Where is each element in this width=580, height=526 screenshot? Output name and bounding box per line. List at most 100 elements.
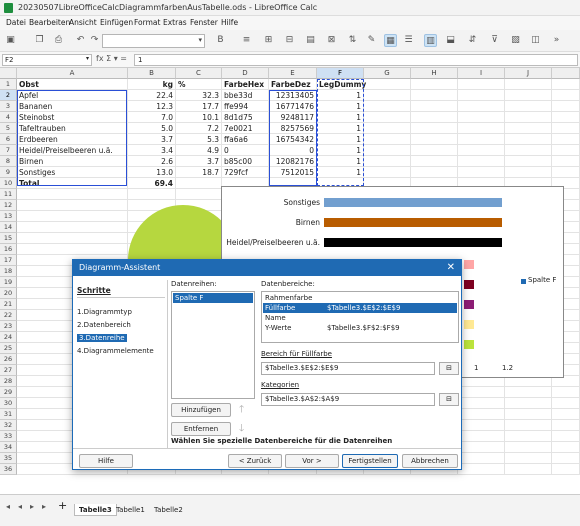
column-header-b[interactable]: B: [128, 68, 176, 79]
cell[interactable]: [552, 90, 580, 101]
align-icon[interactable]: ≡: [240, 34, 253, 47]
cell[interactable]: [17, 189, 128, 200]
menu-fenster[interactable]: Fenster: [190, 18, 218, 27]
row-header[interactable]: 3: [0, 101, 17, 112]
finish-button[interactable]: Fertigstellen: [342, 454, 398, 468]
cell[interactable]: [552, 145, 580, 156]
cell[interactable]: [505, 409, 552, 420]
column-header-e[interactable]: E: [269, 68, 317, 79]
comment-icon[interactable]: ✎: [365, 34, 378, 47]
list-view-icon[interactable]: ☰: [402, 34, 415, 47]
cell[interactable]: [552, 409, 580, 420]
cell[interactable]: %: [176, 79, 222, 90]
cell[interactable]: [552, 431, 580, 442]
cell[interactable]: [458, 145, 505, 156]
close-icon[interactable]: ✕: [447, 262, 455, 273]
column-header-k[interactable]: [552, 68, 580, 79]
chart-icon[interactable]: ▤: [304, 34, 317, 47]
cell[interactable]: [17, 222, 128, 233]
cell[interactable]: 5.0: [128, 123, 176, 134]
column-header-f[interactable]: F: [317, 68, 364, 79]
shrink-range-icon[interactable]: ⊟: [439, 362, 459, 375]
move-down-icon[interactable]: 🡓: [239, 421, 244, 438]
row-header[interactable]: 16: [0, 244, 17, 255]
first-sheet-icon[interactable]: ◂: [6, 502, 10, 511]
row-header[interactable]: 15: [0, 233, 17, 244]
print-icon[interactable]: ⎙: [52, 34, 65, 47]
border-icon[interactable]: ⊞: [262, 34, 275, 47]
row-header[interactable]: 9: [0, 167, 17, 178]
row-header[interactable]: 28: [0, 376, 17, 387]
row-header[interactable]: 12: [0, 200, 17, 211]
shape-icon[interactable]: ◫: [529, 34, 542, 47]
sheet-tab-tabelle1[interactable]: Tabelle1: [112, 504, 149, 516]
cell[interactable]: 729fcf: [222, 167, 269, 178]
cell[interactable]: [364, 156, 411, 167]
menu-format[interactable]: Format: [134, 18, 160, 27]
cell[interactable]: [458, 167, 505, 178]
cell[interactable]: [411, 90, 458, 101]
sheet-tab-tabelle2[interactable]: Tabelle2: [150, 504, 187, 516]
cell[interactable]: [552, 167, 580, 178]
save-icon[interactable]: ▣: [4, 34, 17, 47]
row-header[interactable]: 19: [0, 277, 17, 288]
cell[interactable]: [505, 420, 552, 431]
ranges-list[interactable]: Rahmenfarbe Füllfarbe $Tabelle3.$E$2:$E$9…: [261, 291, 459, 343]
row-header[interactable]: 23: [0, 321, 17, 332]
cell[interactable]: [505, 442, 552, 453]
cell[interactable]: [552, 79, 580, 90]
cell[interactable]: b85c00: [222, 156, 269, 167]
remove-series-button[interactable]: Entfernen: [171, 422, 231, 436]
cell[interactable]: [364, 134, 411, 145]
cell[interactable]: [411, 145, 458, 156]
cell[interactable]: [505, 90, 552, 101]
cell[interactable]: 4.9: [176, 145, 222, 156]
wrap-icon[interactable]: ⇅: [346, 34, 359, 47]
row-header[interactable]: 8: [0, 156, 17, 167]
cell[interactable]: [458, 156, 505, 167]
cell[interactable]: [458, 464, 505, 475]
next-sheet-icon[interactable]: ▸: [30, 502, 34, 511]
cell[interactable]: [458, 134, 505, 145]
font-name-combobox[interactable]: ▾: [102, 34, 205, 48]
column-header-g[interactable]: G: [364, 68, 411, 79]
redo-icon[interactable]: ↷: [88, 34, 101, 47]
range-row-rahmenfarbe[interactable]: Rahmenfarbe: [263, 293, 457, 303]
cell[interactable]: [458, 123, 505, 134]
copy-icon[interactable]: ❐: [33, 34, 46, 47]
fill-range-input[interactable]: $Tabelle3.$E$2:$E$9: [261, 362, 435, 375]
formula-input[interactable]: 1: [134, 54, 578, 66]
range-row-name[interactable]: Name: [263, 313, 457, 323]
row-header[interactable]: 33: [0, 431, 17, 442]
cell[interactable]: [17, 200, 128, 211]
row-header[interactable]: 32: [0, 420, 17, 431]
filter-icon[interactable]: ⊽: [488, 34, 501, 47]
cell[interactable]: [505, 431, 552, 442]
cell[interactable]: [505, 134, 552, 145]
cell[interactable]: 3.4: [128, 145, 176, 156]
function-wizard-controls[interactable]: fx Σ ▾ =: [96, 54, 127, 63]
range-row-y-werte[interactable]: Y-Werte $Tabelle3.$F$2:$F$9: [263, 323, 457, 333]
row-header[interactable]: 2: [0, 90, 17, 101]
cell[interactable]: ffe994: [222, 101, 269, 112]
row-header[interactable]: 17: [0, 255, 17, 266]
merge-icon[interactable]: ⊟: [283, 34, 296, 47]
cell[interactable]: [552, 123, 580, 134]
cell[interactable]: [411, 112, 458, 123]
cell[interactable]: 32.3: [176, 90, 222, 101]
cell[interactable]: [17, 233, 128, 244]
help-button[interactable]: Hilfe: [79, 454, 133, 468]
cell[interactable]: Obst: [17, 79, 128, 90]
add-series-button[interactable]: Hinzufügen: [171, 403, 231, 417]
cell[interactable]: [458, 387, 505, 398]
cell[interactable]: [505, 79, 552, 90]
sheet-tab-tabelle3[interactable]: Tabelle3: [74, 504, 117, 516]
pivot-icon[interactable]: ⊠: [325, 34, 338, 47]
cell[interactable]: [505, 167, 552, 178]
series-item[interactable]: Spalte F: [173, 293, 253, 303]
cell[interactable]: 7.2: [176, 123, 222, 134]
cell[interactable]: 7e0021: [222, 123, 269, 134]
column-header-c[interactable]: C: [176, 68, 222, 79]
row-header[interactable]: 24: [0, 332, 17, 343]
cell[interactable]: [552, 420, 580, 431]
